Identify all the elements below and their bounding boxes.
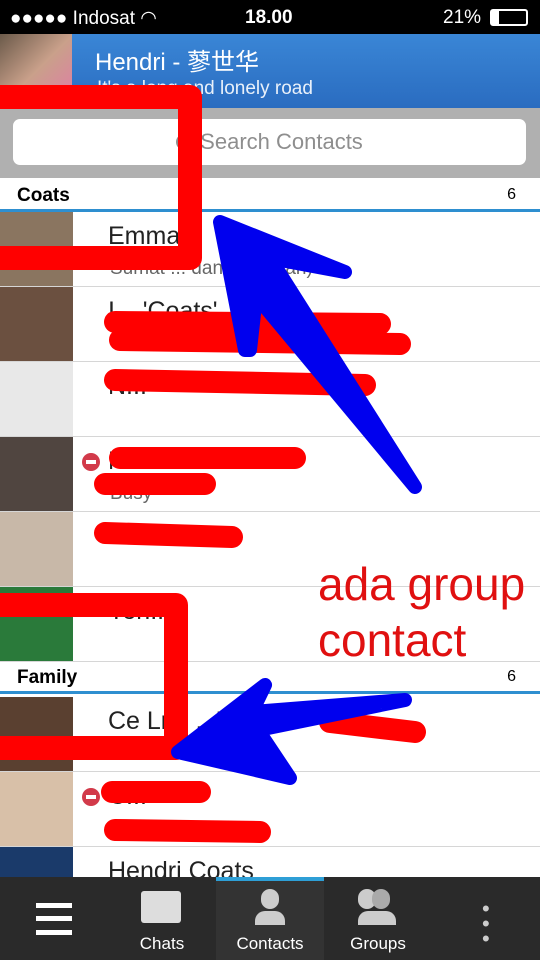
contact-name: Ce Lng ...77	[108, 707, 245, 735]
contact-avatar	[0, 437, 73, 511]
profile-name: Hendri - 蓼世华	[95, 49, 260, 76]
group-icon	[358, 889, 398, 925]
avatar[interactable]	[0, 34, 72, 108]
contact-name: N...	[108, 372, 147, 400]
menu-button[interactable]	[0, 877, 108, 960]
search-input[interactable]: Search Contacts	[13, 119, 526, 165]
contact-row[interactable]: C...	[0, 772, 540, 847]
profile-message: It's a long and lonely road	[97, 78, 313, 99]
tab-contacts[interactable]: Contacts	[216, 877, 324, 960]
battery-percent: 21%	[443, 7, 482, 28]
contact-name: N	[108, 447, 127, 475]
contact-row[interactable]: Emma Sumat ... dang berjalan)	[0, 212, 540, 287]
contact-name: I... 'Coats'	[108, 297, 218, 325]
wifi-icon: ◠	[140, 8, 157, 29]
more-icon: • • •	[482, 896, 490, 951]
contact-name: Yon...	[108, 597, 172, 625]
search-icon	[176, 134, 193, 150]
group-count: 6	[507, 668, 516, 685]
search-bar: Search Contacts	[0, 108, 540, 178]
contact-avatar	[0, 587, 73, 661]
clock: 18.00	[245, 7, 293, 28]
group-count: 6	[507, 186, 516, 203]
tab-groups[interactable]: Groups	[324, 877, 432, 960]
profile-header[interactable]: Hendri - 蓼世华 It's a long and lonely road	[0, 34, 540, 108]
contact-avatar	[0, 772, 73, 846]
contact-avatar	[0, 512, 73, 586]
annotation-text: ada group contact	[318, 558, 526, 666]
bottom-nav: Chats Contacts Groups • • •	[0, 877, 540, 960]
contact-name: C...	[108, 782, 147, 810]
contact-avatar	[0, 362, 73, 436]
contact-row[interactable]: I... 'Coats' 0878722443... ly	[0, 287, 540, 362]
bbm-chat-icon	[141, 891, 181, 923]
busy-status-icon	[82, 453, 100, 471]
group-header-coats[interactable]: Coats 6	[0, 180, 540, 212]
contact-name: Emma	[108, 222, 181, 250]
contact-row[interactable]: N...	[0, 362, 540, 437]
contact-row[interactable]: N Busy	[0, 437, 540, 512]
carrier: ●●●●● Indosat ◠	[10, 8, 157, 29]
contact-status: 0878722443... ly	[110, 333, 251, 354]
status-bar: ●●●●● Indosat ◠ 18.00 21%	[0, 0, 540, 34]
contact-row[interactable]: Ce Lng ...77	[0, 697, 540, 772]
contact-status: Busy	[110, 483, 153, 504]
busy-status-icon	[82, 788, 100, 806]
battery-icon	[490, 9, 528, 26]
contact-avatar	[0, 212, 73, 286]
contact-avatar	[0, 287, 73, 361]
tab-chats[interactable]: Chats	[108, 877, 216, 960]
group-name: Family	[17, 667, 78, 688]
hamburger-icon	[36, 903, 72, 935]
contact-status: Sumat ... dang berjalan)	[110, 258, 313, 279]
contact-avatar	[0, 697, 73, 771]
group-name: Coats	[17, 185, 70, 206]
overflow-menu-button[interactable]: • • •	[432, 877, 540, 960]
person-icon	[255, 889, 285, 925]
